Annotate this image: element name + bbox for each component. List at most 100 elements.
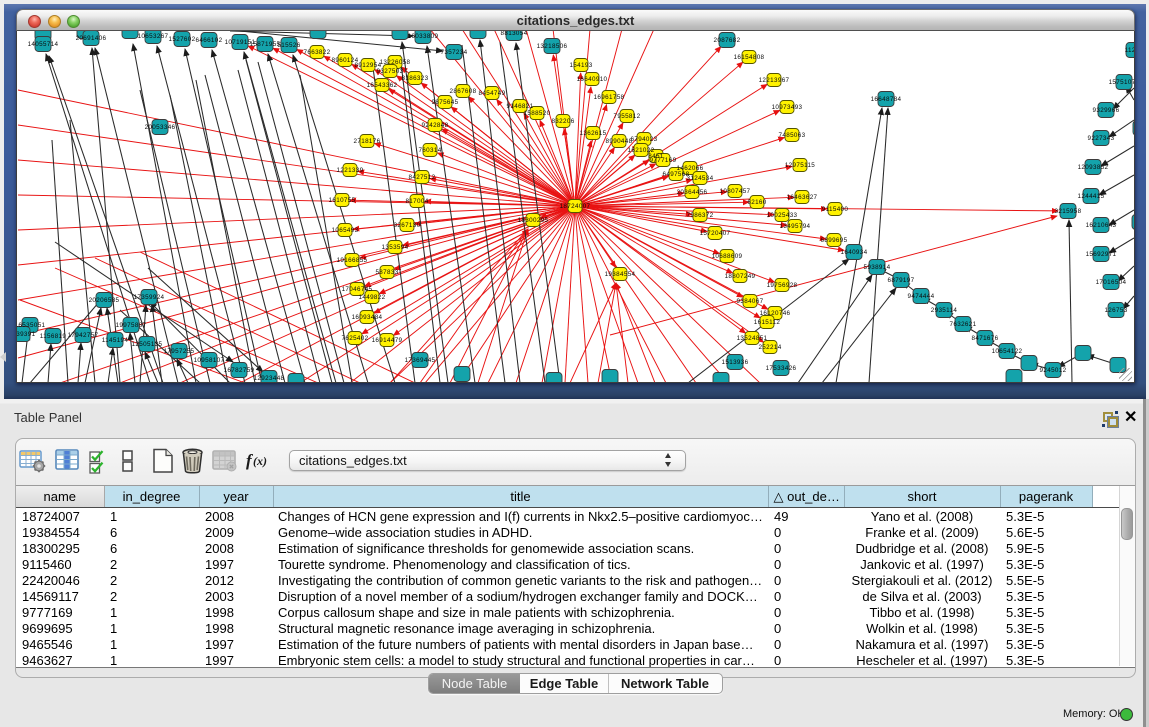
svg-text:18724007: 18724007: [560, 203, 591, 210]
svg-text:12975115: 12975115: [785, 162, 815, 169]
svg-text:17016504: 17016504: [1096, 279, 1127, 286]
svg-text:12505135: 12505135: [132, 341, 163, 348]
svg-text:817004: 817004: [405, 198, 428, 205]
svg-text:9242848: 9242848: [422, 122, 449, 129]
svg-text:7632621: 7632621: [950, 321, 977, 328]
svg-text:16154808: 16154808: [734, 54, 765, 61]
svg-text:18807249: 18807249: [725, 273, 756, 280]
svg-text:16120746: 16120746: [760, 310, 791, 317]
svg-text:252214: 252214: [758, 344, 781, 351]
svg-text:15751074: 15751074: [1109, 79, 1134, 86]
svg-text:17046745: 17046745: [342, 286, 373, 293]
svg-text:16961758: 16961758: [594, 94, 625, 101]
svg-text:10653267: 10653267: [138, 33, 169, 40]
svg-text:19166855: 19166855: [337, 257, 368, 264]
svg-text:1513936: 1513936: [722, 359, 749, 366]
svg-text:9115400: 9115400: [822, 206, 849, 213]
svg-text:1462066: 1462066: [677, 165, 704, 172]
svg-text:5938914: 5938914: [864, 264, 891, 271]
svg-text:10654122: 10654122: [992, 348, 1023, 355]
svg-text:14055714: 14055714: [28, 41, 59, 48]
svg-text:8990448: 8990448: [606, 138, 633, 145]
svg-text:9146821: 9146821: [507, 103, 534, 110]
svg-text:8454749: 8454749: [479, 90, 506, 97]
svg-text:587833: 587833: [375, 269, 398, 276]
svg-text:7986372: 7986372: [687, 212, 714, 219]
svg-text:515526: 515526: [277, 42, 300, 49]
svg-text:12093852: 12093852: [1078, 164, 1109, 171]
svg-text:15692971: 15692971: [1086, 251, 1117, 258]
svg-text:1615112: 1615112: [754, 319, 781, 326]
svg-text:16640910: 16640910: [577, 76, 608, 83]
svg-text:7485063: 7485063: [779, 132, 806, 139]
svg-text:2935114: 2935114: [931, 307, 958, 314]
svg-text:20364456: 20364456: [677, 189, 708, 196]
svg-text:10025433: 10025433: [767, 212, 798, 219]
svg-text:832206: 832206: [551, 118, 574, 125]
svg-text:154193: 154193: [569, 62, 592, 69]
svg-text:16463627: 16463627: [787, 194, 818, 201]
svg-text:8427512: 8427512: [409, 174, 436, 181]
svg-text:16543362: 16543362: [367, 82, 398, 89]
svg-text:16914479: 16914479: [372, 337, 403, 344]
svg-text:17942757: 17942757: [68, 332, 99, 339]
svg-text:19756928: 19756928: [767, 282, 798, 289]
svg-text:9245012: 9245012: [1040, 367, 1067, 374]
svg-text:6879197: 6879197: [888, 277, 915, 284]
svg-text:9327503: 9327503: [377, 68, 404, 75]
svg-text:20691406: 20691406: [76, 35, 107, 42]
svg-text:7663822: 7663822: [304, 49, 331, 56]
svg-text:16535051: 16535051: [17, 322, 46, 329]
svg-text:13218506: 13218506: [537, 43, 568, 50]
svg-text:16093484: 16093484: [352, 314, 383, 321]
svg-text:9384067: 9384067: [737, 298, 764, 305]
svg-text:1588520: 1588520: [524, 110, 551, 117]
svg-text:760314: 760314: [418, 147, 441, 154]
svg-text:8471676: 8471676: [972, 335, 999, 342]
svg-text:7625402: 7625402: [342, 335, 369, 342]
svg-text:1156819: 1156819: [40, 333, 67, 340]
svg-text:17957255: 17957255: [164, 348, 195, 355]
svg-text:6794023: 6794023: [631, 136, 658, 143]
svg-text:12213967: 12213967: [759, 77, 790, 84]
svg-text:10973493: 10973493: [772, 104, 803, 111]
svg-text:1221339: 1221339: [337, 167, 364, 174]
svg-text:17369445: 17369445: [405, 357, 436, 364]
svg-text:3215958: 3215958: [1055, 208, 1082, 215]
svg-text:8186323: 8186323: [402, 75, 429, 82]
svg-text:9474444: 9474444: [908, 293, 935, 300]
svg-text:15720407: 15720407: [700, 230, 731, 237]
svg-text:1244415: 1244415: [1078, 193, 1105, 200]
svg-text:13524851: 13524851: [737, 335, 768, 342]
svg-text:3939391: 3939391: [17, 331, 36, 338]
svg-text:1145194: 1145194: [102, 337, 129, 344]
svg-text:11212: 11212: [1125, 47, 1134, 54]
svg-text:7955812: 7955812: [614, 113, 641, 120]
svg-text:2718176: 2718176: [354, 138, 381, 145]
svg-text:10807457: 10807457: [720, 188, 751, 195]
svg-text:10688609: 10688609: [712, 253, 743, 260]
svg-text:3124534: 3124534: [687, 175, 714, 182]
svg-text:1065493: 1065493: [332, 227, 359, 234]
svg-text:16210643: 16210643: [1086, 222, 1117, 229]
svg-text:9227343: 9227343: [1088, 135, 1115, 142]
svg-text:126753: 126753: [1104, 307, 1127, 314]
svg-text:1527602: 1527602: [169, 36, 196, 43]
svg-text:6466102: 6466102: [196, 37, 223, 44]
svg-text:1610755: 1610755: [329, 197, 356, 204]
svg-text:20206585: 20206585: [89, 297, 120, 304]
svg-text:1353594: 1353594: [382, 244, 409, 251]
svg-text:9875645: 9875645: [432, 99, 459, 106]
svg-text:13226058: 13226058: [380, 59, 411, 66]
svg-text:(x): (x): [253, 454, 267, 468]
svg-text:62160: 62160: [747, 199, 766, 206]
svg-text:17533426: 17533426: [766, 365, 797, 372]
svg-text:13495794: 13495794: [780, 223, 811, 230]
svg-text:8813054: 8813054: [501, 30, 528, 37]
svg-text:10958107: 10958107: [194, 357, 225, 364]
svg-text:12923448: 12923448: [254, 375, 285, 382]
svg-text:2867608: 2867608: [450, 88, 477, 95]
svg-text:1362615: 1362615: [580, 130, 607, 137]
svg-text:15871955: 15871955: [250, 41, 281, 48]
svg-text:16782759: 16782759: [224, 367, 255, 374]
